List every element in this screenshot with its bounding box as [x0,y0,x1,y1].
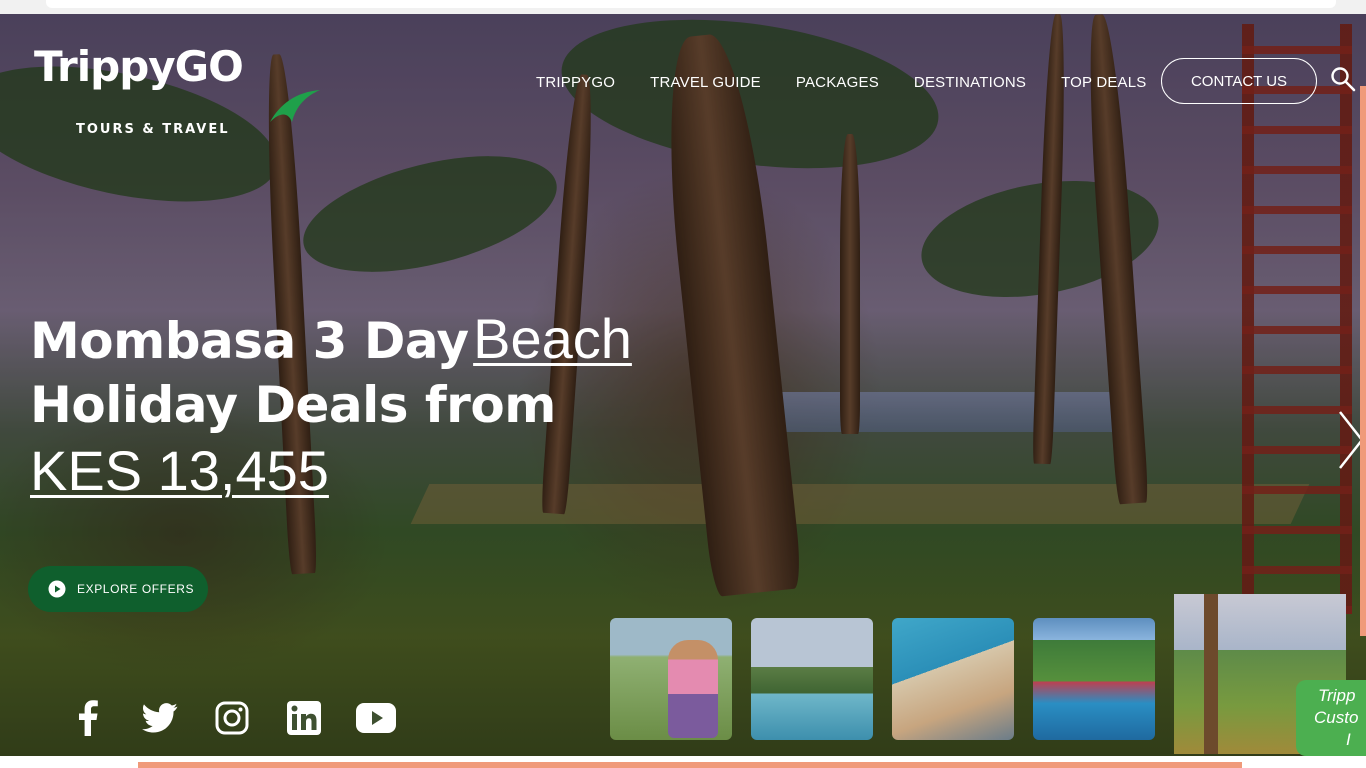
nav-link-packages[interactable]: PACKAGES [796,74,879,91]
logo-tagline: TOURS & TRAVEL [76,122,230,137]
thumbnail-traveler[interactable] [610,618,732,740]
thumbnail-strip [610,594,1365,754]
chat-badge-line: Tripp [1318,686,1356,705]
twitter-icon[interactable] [138,696,182,740]
social-links [66,696,426,740]
headline-line-2: Holiday Deals from [30,372,690,438]
thumbnail-resort[interactable] [1033,618,1155,740]
chat-badge-line: I [1346,730,1351,749]
chat-badge[interactable]: Tripp Custo I [1296,680,1366,756]
nav-link-destinations[interactable]: DESTINATIONS [914,74,1026,91]
brand-logo[interactable]: TrippyGO TOURS & TRAVEL [34,42,334,137]
hero-headline: Mombasa 3 Day Beach Holiday Deals from K… [30,306,690,504]
instagram-icon[interactable] [210,696,254,740]
explore-offers-label: EXPLORE OFFERS [77,582,195,596]
headline-text: Mombasa 3 Day [30,312,469,370]
thumbnail-poolside[interactable] [892,618,1014,740]
play-circle-icon [48,580,66,598]
headline-text: Holiday Deals from [30,376,556,434]
beach-link[interactable]: Beach [473,307,632,370]
top-bar-inner [46,0,1336,8]
thumbnail-pool[interactable] [751,618,873,740]
explore-offers-button[interactable]: EXPLORE OFFERS [28,566,208,612]
chat-badge-line: Custo [1314,708,1359,727]
accent-border-bottom [138,762,1242,768]
headline-line-3: KES 13,455 [30,438,690,504]
search-icon[interactable] [1330,66,1356,92]
nav-link-top-deals[interactable]: TOP DEALS [1061,74,1146,91]
traveler-figure [668,640,718,738]
facebook-icon[interactable] [66,696,110,740]
accent-border-right [1360,86,1366,636]
contact-us-button[interactable]: CONTACT US [1161,58,1317,104]
linkedin-icon[interactable] [282,696,326,740]
main-navigation: TRIPPYGO TRAVEL GUIDE PACKAGES DESTINATI… [536,58,1182,106]
palm-trunk [1204,594,1218,754]
nav-link-travel-guide[interactable]: TRAVEL GUIDE [650,74,761,91]
leaf-icon [270,90,320,122]
browser-top-bar [0,0,1366,14]
price-link[interactable]: KES 13,455 [30,439,329,502]
headline-line-1: Mombasa 3 Day Beach [30,306,690,372]
youtube-icon[interactable] [354,696,398,740]
nav-link-trippygo[interactable]: TRIPPYGO [536,74,615,91]
logo-wordmark: TrippyGO [34,42,244,91]
